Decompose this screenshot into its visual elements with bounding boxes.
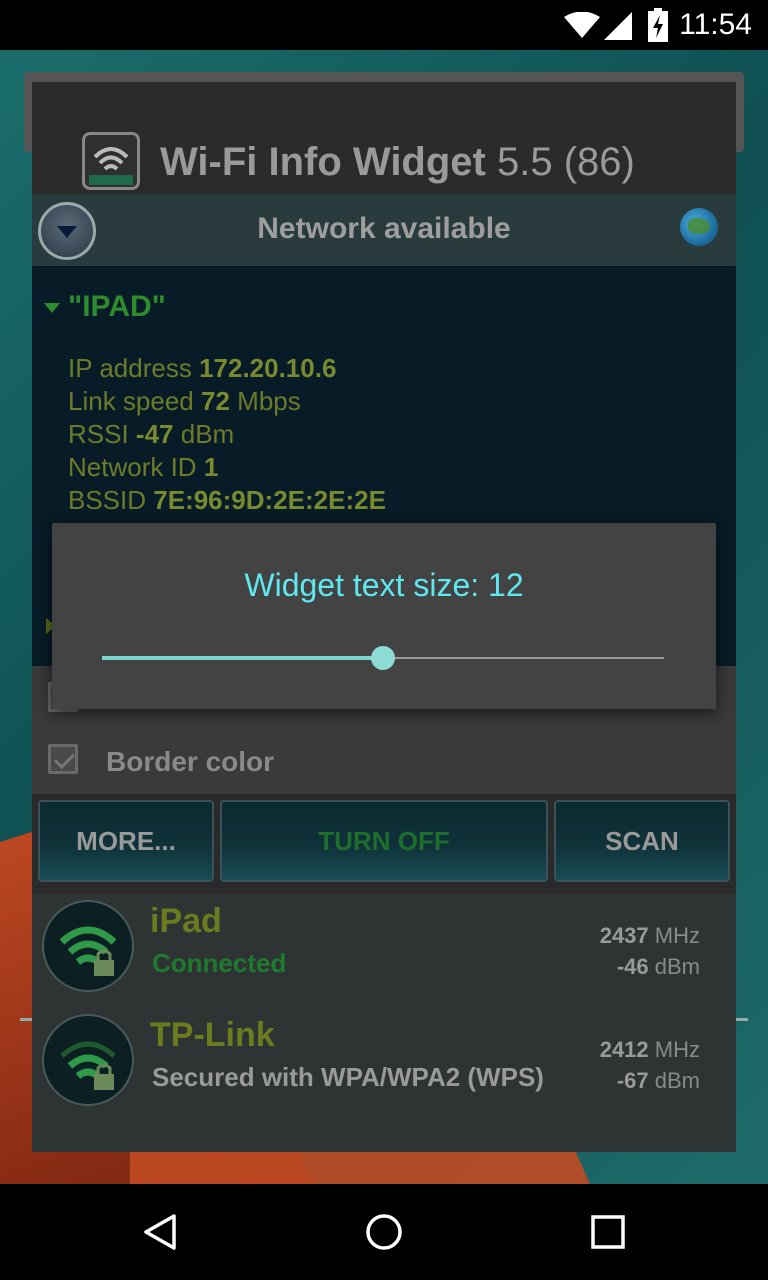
netid-label: Network ID [68, 452, 197, 482]
battery-charging-icon [648, 8, 668, 42]
frequency-value: 2412 [599, 1037, 649, 1062]
ip-label: IP address [68, 353, 192, 383]
rssi-line: RSSI -47 dBm [68, 418, 386, 451]
frequency-value: 2437 [599, 923, 649, 948]
navigation-bar [0, 1184, 768, 1280]
network-item-tplink[interactable]: TP-Link Secured with WPA/WPA2 (WPS) 2412… [32, 1008, 736, 1122]
network-signal-info: 2412 MHz -67 dBm [600, 1034, 700, 1096]
level-value: -46 [616, 954, 649, 979]
app-name: Wi-Fi Info Widget [160, 140, 486, 184]
rssi-label: RSSI [68, 419, 129, 449]
netid-value: 1 [203, 452, 219, 482]
bssid-value: 7E:96:9D:2E:2E:2E [153, 485, 386, 515]
rssi-value: -47 [135, 419, 174, 449]
ip-value: 172.20.10.6 [199, 353, 337, 383]
rssi-unit: dBm [180, 419, 235, 449]
level-unit: dBm [654, 954, 700, 979]
globe-icon[interactable] [680, 208, 718, 246]
app-header: Wi-Fi Info Widget 5.5 (86) [32, 82, 736, 194]
network-status-bar: Network available [32, 194, 736, 266]
frequency-unit: MHz [654, 1037, 700, 1062]
wifi-lock-icon [42, 900, 134, 992]
bssid-label: BSSID [68, 485, 147, 515]
border-color-label: Border color [106, 746, 275, 777]
border-color-checkbox[interactable] [48, 744, 78, 774]
network-signal-info: 2437 MHz -46 dBm [600, 920, 700, 982]
status-bar: 11:54 [0, 0, 768, 50]
network-status: Secured with WPA/WPA2 (WPS) [152, 1062, 544, 1092]
recents-icon[interactable] [588, 1212, 628, 1252]
home-icon[interactable] [364, 1212, 404, 1252]
clock: 11:54 [679, 8, 752, 41]
speed-line: Link speed 72 Mbps [68, 385, 386, 418]
dialog-title: Widget text size: 12 [244, 567, 524, 603]
action-buttons: MORE... TURN OFF SCAN [32, 794, 736, 894]
speed-unit: Mbps [237, 386, 301, 416]
app-version: 5.5 (86) [496, 140, 635, 184]
bssid-line: BSSID 7E:96:9D:2E:2E:2E [68, 484, 386, 517]
level-unit: dBm [654, 1068, 700, 1093]
slider-thumb[interactable] [371, 646, 395, 670]
ip-line: IP address 172.20.10.6 [68, 352, 386, 385]
network-status-text: Network available [257, 212, 511, 245]
slider-fill [102, 656, 383, 660]
speed-label: Link speed [68, 386, 194, 416]
text-size-dialog: Widget text size: 12 [52, 523, 716, 709]
network-name: TP-Link [150, 1016, 275, 1054]
level-value: -67 [616, 1068, 649, 1093]
speed-value: 72 [201, 386, 230, 416]
back-icon[interactable] [140, 1212, 180, 1252]
frequency-unit: MHz [654, 923, 700, 948]
network-status: Connected [152, 948, 287, 978]
caret-down-icon [44, 303, 60, 314]
wifi-signal-icon [564, 12, 600, 38]
network-list: iPad Connected 2437 MHz -46 dBm TP-Link … [32, 894, 736, 1152]
turn-off-button[interactable]: TURN OFF [220, 800, 548, 882]
cell-signal-icon [604, 12, 632, 40]
more-button[interactable]: MORE... [38, 800, 214, 882]
ssid-header[interactable]: "IPAD" [44, 290, 166, 324]
network-item-ipad[interactable]: iPad Connected 2437 MHz -46 dBm [32, 894, 736, 1008]
network-name: iPad [150, 902, 222, 940]
netid-line: Network ID 1 [68, 451, 386, 484]
scan-button[interactable]: SCAN [554, 800, 730, 882]
ssid-label: "IPAD" [68, 290, 166, 323]
wifi-lock-icon [42, 1014, 134, 1106]
app-icon [82, 132, 140, 190]
app-title: Wi-Fi Info Widget 5.5 (86) [160, 140, 635, 185]
connection-details: IP address 172.20.10.6 Link speed 72 Mbp… [68, 352, 386, 517]
